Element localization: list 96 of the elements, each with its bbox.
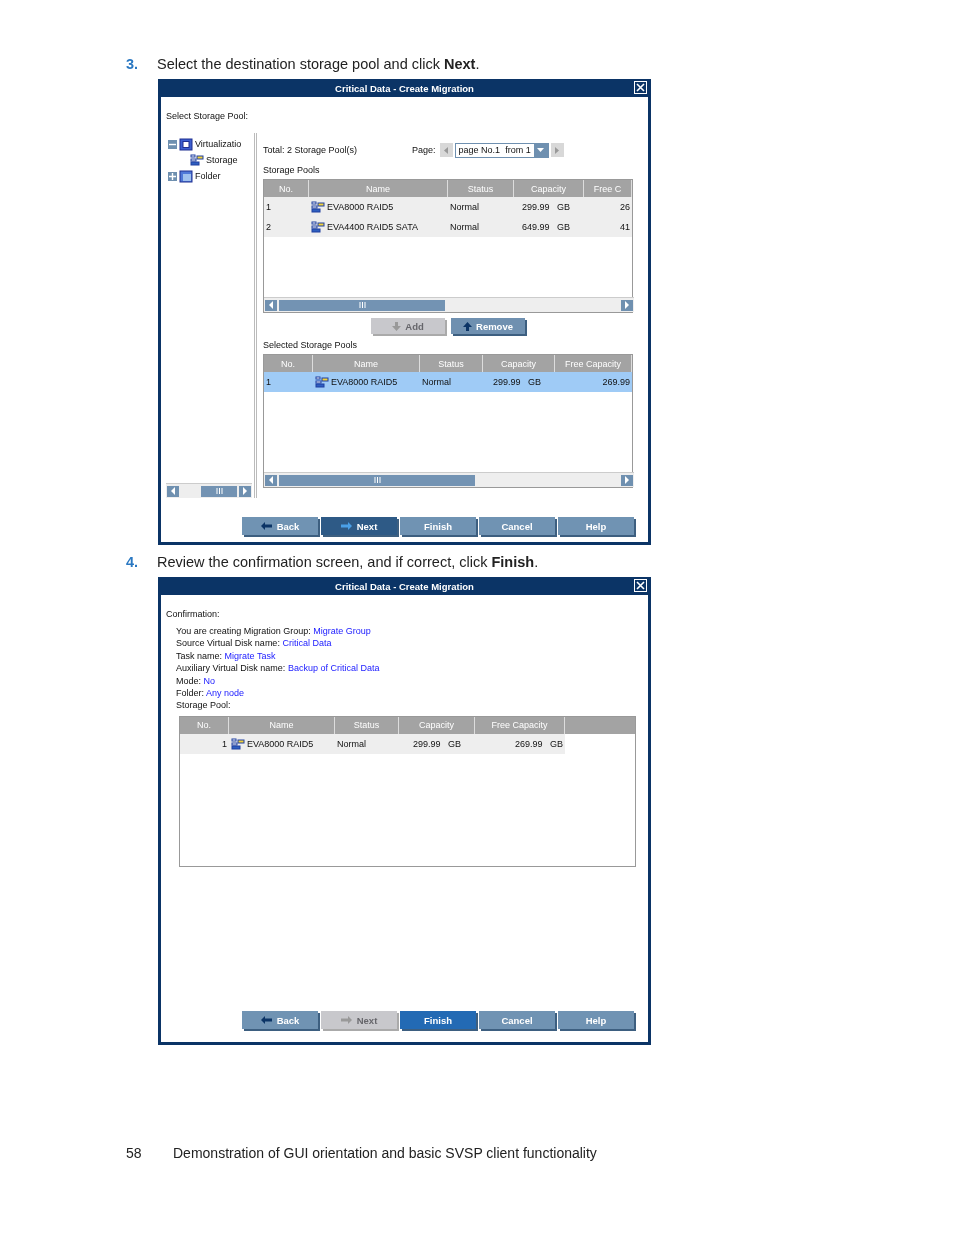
table-row[interactable]: 1 EVA8000 RAID5 Normal 299.99 GB 269.99 GB <box>180 733 565 754</box>
grip-icon[interactable] <box>358 302 366 308</box>
page-select[interactable]: page No.1 from 1 <box>454 142 549 158</box>
detail-line: Source Virtual Disk name: Critical Data <box>176 637 333 650</box>
total-label: Total: 2 Storage Pool(s) <box>263 145 358 155</box>
table-cell: 299.99 GB <box>412 738 461 749</box>
horizontal-scrollbar[interactable] <box>264 472 634 487</box>
column-header[interactable]: Status <box>335 716 399 734</box>
table-cell: EVA8000 RAID5 <box>247 738 314 749</box>
table-cell: EVA8000 RAID5 <box>331 377 398 387</box>
table-cell: 649.99 GB <box>521 222 570 232</box>
table-cell: 1 <box>222 738 227 749</box>
table-cell: 26 <box>620 202 630 212</box>
close-icon[interactable] <box>634 81 647 94</box>
step-number: 4. <box>126 554 140 570</box>
storage-pool-icon <box>315 376 329 388</box>
storage-pool-icon <box>311 201 325 213</box>
prompt-label: Select Storage Pool: <box>166 111 250 121</box>
column-header[interactable]: No. <box>180 716 229 734</box>
table-cell: 1 <box>266 202 271 212</box>
left-arrow-icon[interactable] <box>268 301 274 309</box>
window-title: Critical Data - Create Migration <box>335 580 474 592</box>
table-cell: Normal <box>422 377 451 387</box>
window-title: Critical Data - Create Migration <box>335 82 474 94</box>
step-text: Select the destination storage pool and click Next. <box>157 56 480 72</box>
table-row[interactable]: 1 EVA8000 RAID5 Normal 299.99 GB 26 <box>264 197 632 217</box>
section-label: Selected Storage Pools <box>263 340 359 352</box>
wizard-button[interactable]: Cancel <box>479 517 555 535</box>
detail-line: Auxiliary Virtual Disk name: Backup of Critical Data <box>176 662 381 675</box>
back-arrow-icon <box>260 1016 272 1024</box>
step-text: Review the confirmation screen, and if correct, click Finish. <box>157 554 539 570</box>
wizard-button[interactable]: Next <box>321 517 397 535</box>
horizontal-scrollbar[interactable] <box>166 483 252 498</box>
table-cell: 299.99 GB <box>521 202 570 212</box>
column-header[interactable]: Free Capacity <box>475 716 565 734</box>
step-number: 3. <box>126 56 140 72</box>
down-arrow-icon <box>392 321 402 331</box>
right-arrow-icon[interactable] <box>624 476 630 484</box>
table-cell: 41 <box>620 222 630 232</box>
grip-icon[interactable] <box>215 488 223 494</box>
folder-icon <box>179 169 193 183</box>
page-label: Page: <box>412 145 436 155</box>
wizard-button[interactable]: Help <box>558 517 634 535</box>
wizard-button[interactable]: Back <box>242 517 318 535</box>
tree-item[interactable]: Folder <box>195 171 221 181</box>
virtualization-icon <box>179 137 193 151</box>
table-row[interactable]: 2 EVA4400 RAID5 SATA Normal 649.99 GB 41 <box>264 217 632 237</box>
column-header[interactable]: Name <box>229 716 335 734</box>
remove-button[interactable]: Remove <box>451 318 525 334</box>
wizard-button[interactable]: Back <box>242 1011 318 1029</box>
table-cell: Normal <box>337 738 366 749</box>
section-label: Storage Pools <box>263 165 321 177</box>
next-page-icon[interactable] <box>550 143 564 157</box>
collapse-icon[interactable] <box>168 139 177 149</box>
table-cell: Normal <box>450 202 479 212</box>
detail-line: Folder: Any node <box>176 687 246 700</box>
detail-line: Storage Pool: <box>176 699 232 712</box>
close-icon[interactable] <box>634 579 647 592</box>
table-cell: 1 <box>266 377 271 387</box>
table-cell: 299.99 GB <box>492 377 541 387</box>
next-arrow-icon <box>340 1016 352 1024</box>
detail-line: Mode: No <box>176 674 217 688</box>
footer-text: Demonstration of GUI orientation and basic SVSP client functionality <box>173 1145 597 1161</box>
table-cell: 269.99 GB <box>514 738 563 749</box>
table-cell: Normal <box>450 222 479 232</box>
table-cell: EVA4400 RAID5 SATA <box>327 222 419 232</box>
table-row[interactable]: 1 EVA8000 RAID5 Normal 299.99 GB 269.99 <box>264 372 632 392</box>
left-arrow-icon[interactable] <box>170 487 176 495</box>
dropdown-arrow-icon[interactable] <box>537 148 545 152</box>
detail-line: Task name: Migrate Task <box>176 649 277 663</box>
wizard-button[interactable]: Cancel <box>479 1011 555 1029</box>
back-arrow-icon <box>260 522 272 530</box>
tree-item[interactable]: Storage <box>206 155 238 165</box>
storage-pool-icon <box>190 154 204 166</box>
tree-item[interactable]: Virtualizatio <box>195 139 242 149</box>
right-arrow-icon[interactable] <box>242 487 248 495</box>
detail-line: You are creating Migration Group: Migrate Group <box>176 625 372 638</box>
table-cell: 2 <box>266 222 271 232</box>
right-arrow-icon[interactable] <box>624 301 630 309</box>
next-arrow-icon <box>340 522 352 530</box>
horizontal-scrollbar[interactable] <box>264 297 634 312</box>
wizard-button[interactable]: Help <box>558 1011 634 1029</box>
wizard-button[interactable]: Finish <box>400 517 476 535</box>
left-arrow-icon[interactable] <box>268 476 274 484</box>
up-arrow-icon <box>463 321 472 331</box>
storage-pool-icon <box>311 221 325 233</box>
prompt-label: Confirmation: <box>166 609 221 619</box>
table-cell: 269.99 <box>602 377 630 387</box>
grip-icon[interactable] <box>373 477 381 483</box>
expand-icon[interactable] <box>168 171 177 181</box>
previous-page-icon[interactable] <box>439 143 453 157</box>
table-cell: EVA8000 RAID5 <box>327 202 394 212</box>
storage-pool-icon <box>231 737 245 750</box>
column-header[interactable]: Capacity <box>399 716 475 734</box>
wizard-button[interactable]: Finish <box>400 1011 476 1029</box>
page-number: 58 <box>126 1145 143 1161</box>
